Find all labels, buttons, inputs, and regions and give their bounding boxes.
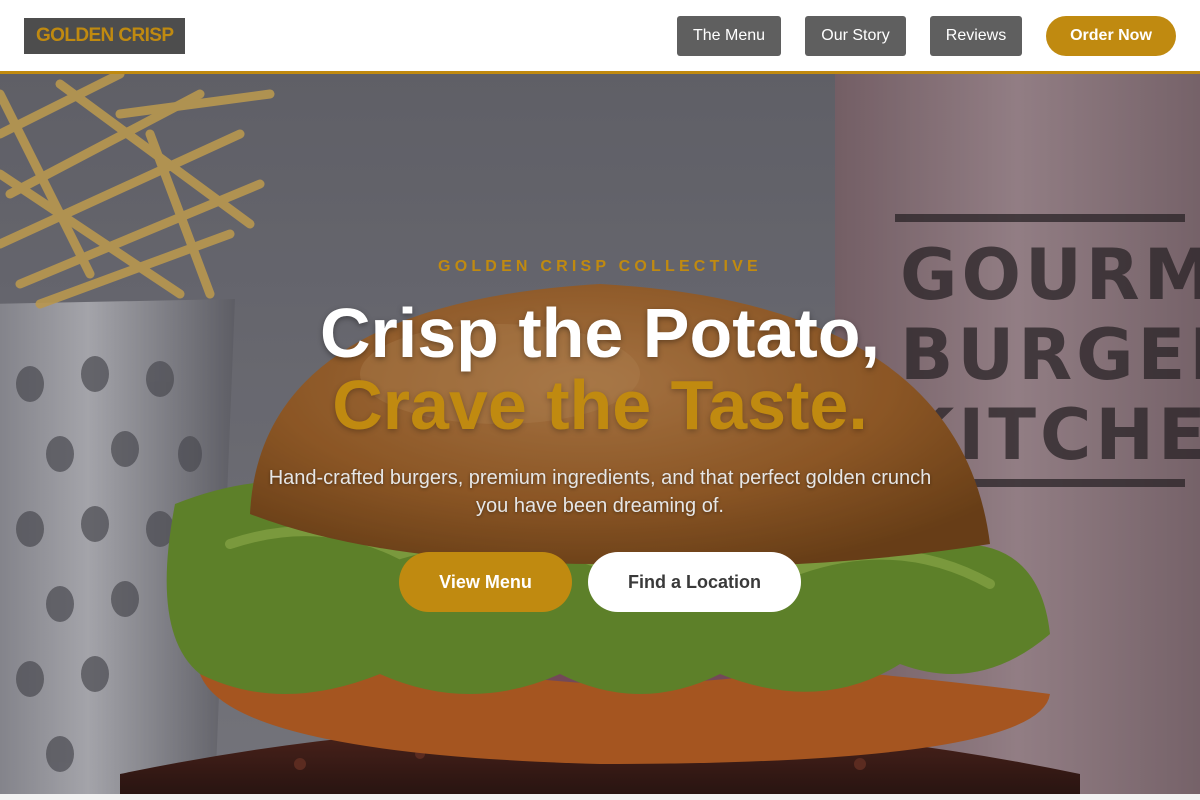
nav-reviews-button[interactable]: Reviews	[930, 16, 1022, 56]
hero-subtext: Hand-crafted burgers, premium ingredient…	[268, 467, 932, 517]
hero-eyebrow: GOLDEN CRISP COLLECTIVE	[438, 258, 762, 275]
nav-the-menu-button[interactable]: The Menu	[677, 16, 781, 56]
nav-our-story-button[interactable]: Our Story	[805, 16, 906, 56]
site-header: GOLDEN CRISP The Menu Our Story Reviews …	[0, 0, 1200, 74]
order-now-button[interactable]: Order Now	[1046, 16, 1176, 56]
hero-headline-line-2: Crave the Taste.	[332, 366, 868, 444]
page-bottom-edge	[0, 794, 1200, 800]
hero-headline-line-1: Crisp the Potato,	[319, 294, 881, 372]
view-menu-button[interactable]: View Menu	[399, 552, 572, 612]
brand-logo[interactable]: GOLDEN CRISP	[24, 18, 186, 54]
find-location-button[interactable]: Find a Location	[588, 552, 801, 612]
